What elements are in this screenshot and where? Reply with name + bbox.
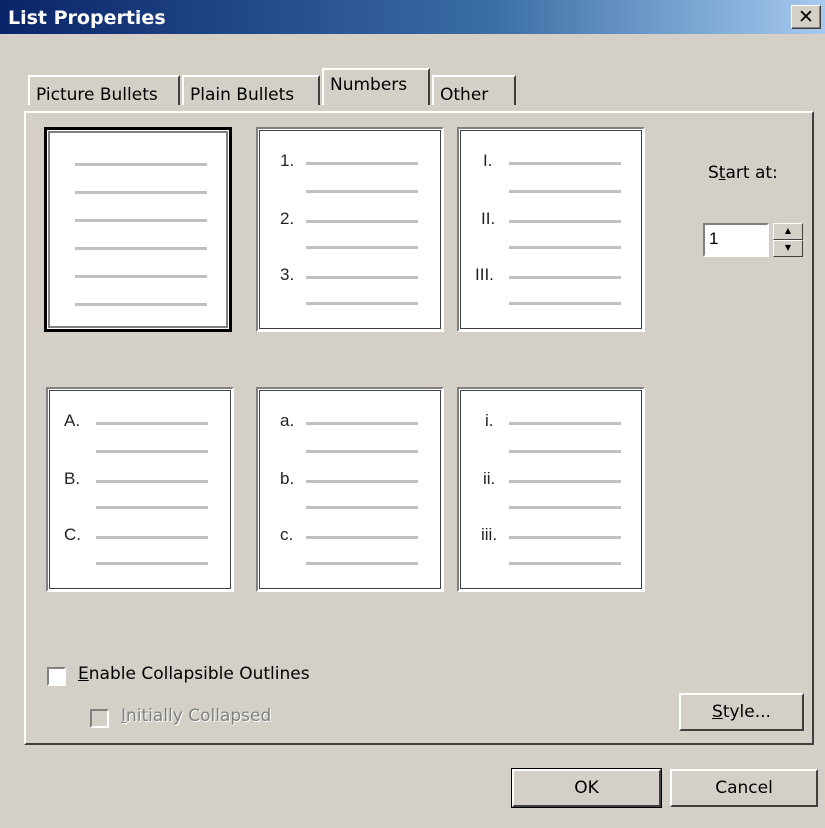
tab-label: Other	[440, 85, 489, 105]
tab-plain-bullets[interactable]: Plain Bullets	[182, 75, 320, 105]
list-marker: 1.	[280, 151, 295, 170]
style-option-none[interactable]	[44, 127, 232, 332]
tab-picture-bullets[interactable]: Picture Bullets	[28, 75, 180, 105]
initially-collapsed-label: Initially Collapsed	[121, 706, 272, 726]
enable-collapsible-label[interactable]: Enable Collapsible Outlines	[78, 664, 310, 684]
style-option-upper-roman[interactable]: I. II. III.	[457, 127, 645, 332]
list-marker: III.	[475, 265, 494, 284]
style-option-lower-roman[interactable]: i. ii. iii.	[457, 387, 645, 592]
close-button[interactable]: ✕	[791, 5, 821, 29]
tab-other[interactable]: Other	[432, 75, 516, 105]
tab-label: Plain Bullets	[190, 85, 295, 105]
title-bar: List Properties ✕	[0, 0, 825, 34]
spin-down-button[interactable]: ▼	[773, 240, 803, 257]
tab-numbers[interactable]: Numbers	[322, 68, 430, 105]
style-button[interactable]: Style...	[679, 693, 804, 731]
arrow-down-icon: ▼	[784, 243, 792, 252]
cancel-button[interactable]: Cancel	[670, 769, 818, 807]
close-icon: ✕	[798, 6, 814, 28]
start-at-input[interactable]: 1	[703, 223, 769, 257]
list-marker: A.	[64, 411, 81, 430]
list-marker: ii.	[483, 469, 496, 488]
list-marker: II.	[481, 209, 496, 228]
list-marker: 3.	[280, 265, 295, 284]
list-marker: i.	[485, 411, 494, 430]
initially-collapsed-checkbox[interactable]	[90, 709, 109, 728]
list-marker: c.	[280, 525, 294, 544]
arrow-up-icon: ▲	[784, 226, 792, 235]
list-marker: b.	[280, 469, 295, 488]
list-marker: a.	[280, 411, 295, 430]
style-option-numbers[interactable]: 1. 2. 3.	[256, 127, 444, 332]
style-option-lower-alpha[interactable]: a. b. c.	[256, 387, 444, 592]
enable-collapsible-checkbox[interactable]	[47, 667, 66, 686]
spin-up-button[interactable]: ▲	[773, 223, 803, 240]
list-marker: B.	[64, 469, 81, 488]
tab-label: Picture Bullets	[36, 85, 158, 105]
start-at-label: Start at:	[708, 163, 778, 183]
list-marker: C.	[64, 525, 81, 544]
ok-button[interactable]: OK	[511, 768, 662, 808]
window-title: List Properties	[8, 7, 166, 29]
style-option-upper-alpha[interactable]: A. B. C.	[46, 387, 234, 592]
list-marker: 2.	[280, 209, 295, 228]
list-marker: iii.	[481, 525, 498, 544]
list-marker: I.	[483, 151, 493, 170]
tab-label: Numbers	[330, 75, 408, 95]
